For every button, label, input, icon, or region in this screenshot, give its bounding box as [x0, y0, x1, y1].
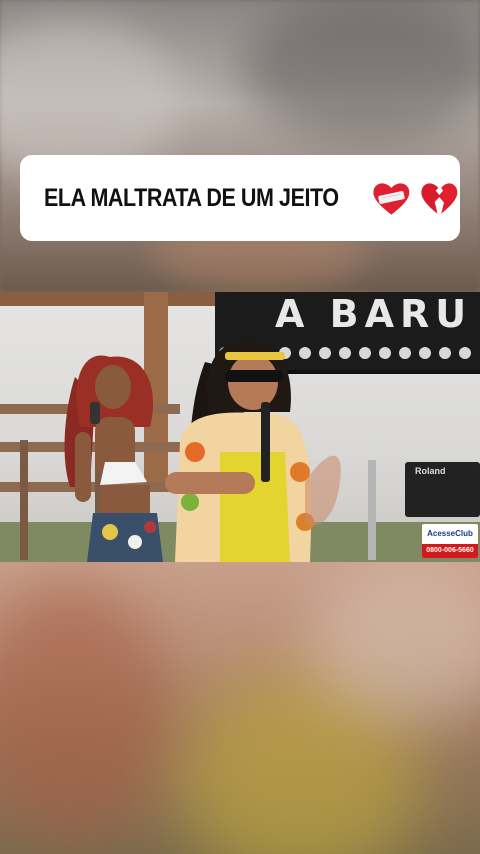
watermark-logo: AcesseClub 0800-006-5660: [422, 524, 478, 558]
blurred-background-bottom: [0, 562, 480, 854]
blurred-background-top: [0, 0, 480, 292]
caption-text: ELA MALTRATA DE UM JEITO: [43, 183, 339, 212]
watermark-name: AcesseClub: [427, 529, 473, 538]
keyboard-brand: Roland: [415, 466, 446, 476]
broken-heart-icon: [421, 183, 458, 214]
caption-banner: ELA MALTRATA DE UM JEITO: [20, 155, 460, 241]
singer-left-figure: [64, 355, 163, 562]
watermark-phone: 0800-006-5660: [422, 544, 478, 558]
singer-right-figure: [165, 341, 341, 562]
mic-stand: [368, 460, 376, 560]
sign-text: A BARU: [275, 292, 473, 336]
video-frame[interactable]: A BARU Roland AcesseClub 0800-006-5660: [0, 292, 480, 562]
keyboard-instrument: Roland: [405, 462, 480, 517]
mending-heart-icon: [373, 183, 409, 215]
